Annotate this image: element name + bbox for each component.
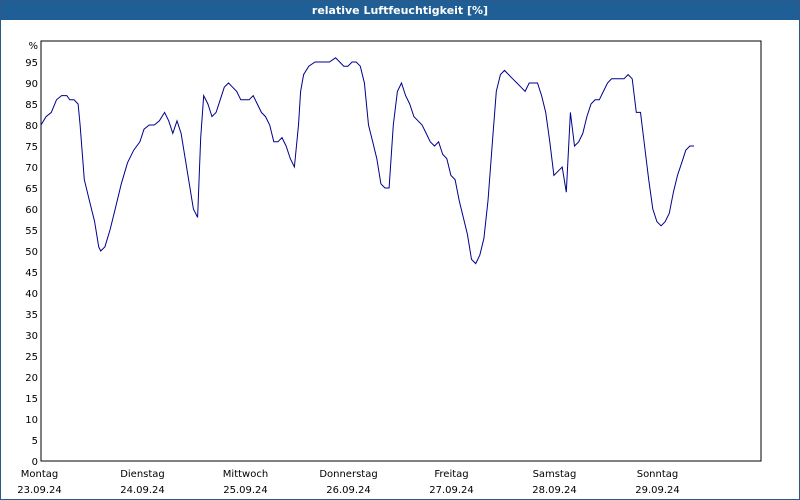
y-axis-label: % [28,41,38,52]
y-tick-label: 60 [25,205,38,216]
plot-frame [40,40,762,462]
y-tick-label: 55 [25,226,38,237]
x-tick-day: Montag [21,469,58,480]
y-tick-label: 20 [25,373,38,384]
x-tick-day: Mittwoch [223,469,268,480]
y-tick-label: 80 [25,121,38,132]
y-tick-label: 25 [25,352,38,363]
x-tick-day: Freitag [434,469,468,480]
x-tick-day: Dienstag [120,469,165,480]
y-tick-label: 15 [25,394,38,405]
x-tick-day: Donnerstag [319,469,377,480]
y-tick-label: 70 [25,163,38,174]
y-tick-label: 75 [25,142,38,153]
y-tick-label: 40 [25,289,38,300]
x-tick-date: 25.09.24 [223,485,268,496]
x-tick-date: 27.09.24 [429,485,474,496]
y-tick-label: 10 [25,415,38,426]
humidity-chart: 0 5 10 15 20 25 30 35 40 45 50 55 60 65 70 75 80 85 90 95% M… [17,40,762,496]
chart-window: relative Luftfeuchtigkeit [%] 0 5 10 15 20 25… [0,0,800,500]
y-tick-label: 65 [25,184,38,195]
y-tick-label: 30 [25,331,38,342]
y-tick-label: 50 [25,247,38,258]
x-tick-date: 28.09.24 [532,485,577,496]
x-tick-date: 29.09.24 [635,485,680,496]
x-tick-date: 26.09.24 [326,485,371,496]
y-tick-label: 90 [25,79,38,90]
y-tick-label: 85 [25,100,38,111]
y-tick-label: 35 [25,310,38,321]
x-tick-date: 24.09.24 [120,485,165,496]
y-tick-label: 0 [32,457,38,468]
x-tick-date: 23.09.24 [17,485,62,496]
x-tick-day: Samstag [533,469,577,480]
y-tick-label: 45 [25,268,38,279]
y-tick-label: 95 [25,58,38,69]
x-tick-day: Sonntag [637,469,679,480]
y-tick-label: 5 [32,436,38,447]
